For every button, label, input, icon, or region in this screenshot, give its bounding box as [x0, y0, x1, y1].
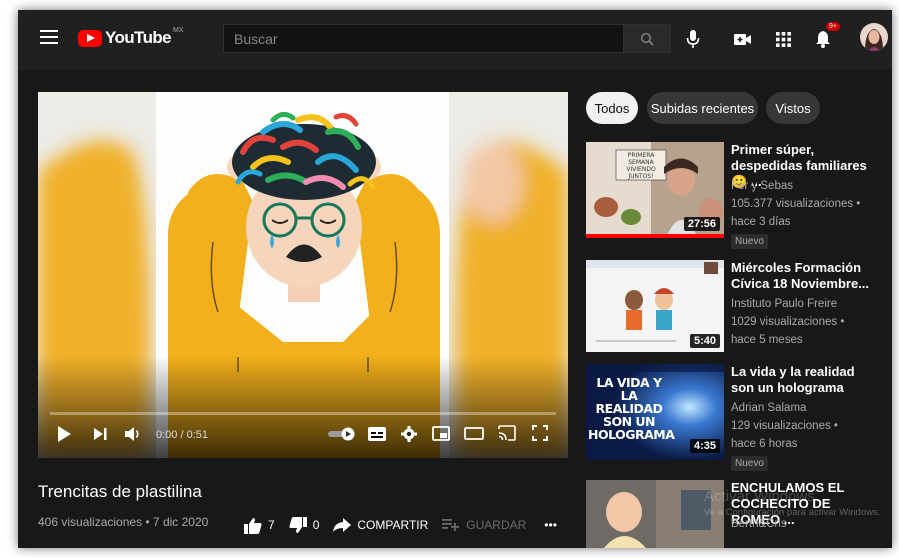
video-meta: 406 visualizaciones • 7 dic 2020 [38, 515, 209, 529]
video-frame [38, 92, 568, 458]
windows-activation-hint: Ve a Configuración para activar Windows. [704, 507, 881, 518]
chip-todos[interactable]: Todos [586, 92, 638, 124]
channel-name: Adrian Salama [731, 402, 807, 414]
new-badge: Nuevo [731, 456, 768, 471]
app-window: YouTube MX Buscar 9+ 0:00 / 0:51 Trencit… [18, 10, 892, 548]
video-duration: 4:35 [689, 439, 720, 453]
avatar-image [860, 23, 888, 51]
search-icon [640, 32, 654, 46]
upload-age: hace 3 días [731, 216, 791, 228]
search-button[interactable] [623, 24, 671, 53]
chip-vistos[interactable]: Vistos [766, 92, 820, 124]
like-count: 7 [268, 518, 275, 532]
create-button[interactable] [730, 26, 756, 52]
thumbs-down-icon [289, 516, 307, 533]
video-thumbnail: LA VIDA Y LA REALIDAD SON UN HOLOGRAMA 4… [586, 364, 724, 460]
recommended-video[interactable]: PRIMERA SEMANA VIVIENDO JUNTOS! 27:56 Pr… [586, 142, 886, 252]
channel-name: Fer y Sebas [731, 180, 793, 192]
autoplay-toggle-icon[interactable] [328, 427, 356, 441]
channel-name: Berth&Cris [731, 518, 787, 530]
fullscreen-icon[interactable] [532, 425, 548, 441]
video-duration: 5:40 [689, 334, 720, 348]
play-icon[interactable] [56, 425, 72, 443]
recommended-title: Miércoles Formación Cívica 18 Noviembre.… [731, 260, 870, 291]
video-player[interactable]: 0:00 / 0:51 [38, 92, 568, 458]
player-controls: 0:00 / 0:51 [38, 415, 568, 458]
thumbs-up-icon [244, 517, 262, 534]
share-button[interactable]: COMPARTIR [333, 518, 428, 532]
add-to-playlist-icon [442, 519, 460, 531]
more-actions-label: ••• [544, 518, 557, 532]
dislike-count: 0 [312, 518, 320, 532]
logo-text: YouTube [105, 28, 172, 47]
video-thumbnail: PRIMERA SEMANA VIVIENDO JUNTOS! 27:56 [586, 142, 724, 238]
video-duration: 27:56 [683, 217, 720, 231]
create-video-icon [734, 33, 751, 45]
recommended-video[interactable]: LA VIDA Y LA REALIDAD SON UN HOLOGRAMA 4… [586, 364, 886, 474]
apps-button[interactable] [770, 26, 796, 52]
cast-icon[interactable] [498, 425, 516, 441]
search-input[interactable]: Buscar [223, 24, 623, 53]
bell-icon [816, 31, 830, 48]
menu-icon[interactable] [40, 30, 58, 44]
chip-subidas-recientes[interactable]: Subidas recientes [647, 92, 758, 124]
youtube-play-icon [78, 29, 102, 47]
avatar[interactable] [860, 23, 888, 51]
subtitles-icon[interactable] [368, 427, 386, 441]
recommended-video[interactable]: 5:40 Miércoles Formación Cívica 18 Novie… [586, 260, 886, 352]
video-actions: 7 0 COMPARTIR GUARDAR ••• [244, 513, 571, 537]
settings-gear-icon[interactable] [401, 426, 417, 442]
save-label: GUARDAR [466, 518, 527, 532]
dislike-button[interactable]: 0 [289, 516, 320, 534]
new-badge: Nuevo [731, 234, 768, 249]
channel-name: Instituto Paulo Freire [731, 298, 838, 310]
more-actions-button[interactable]: ••• [544, 518, 557, 532]
time-display: 0:00 / 0:51 [156, 429, 208, 441]
theater-mode-icon[interactable] [464, 427, 484, 440]
video-title: Trencitas de plastilina [38, 482, 202, 501]
youtube-logo[interactable]: YouTube MX [78, 25, 184, 51]
view-count: 1029 visualizaciones • [731, 316, 845, 328]
miniplayer-icon[interactable] [432, 426, 450, 441]
windows-activation-watermark: Activar Windows [704, 488, 815, 505]
share-label: COMPARTIR [357, 518, 429, 532]
apps-grid-icon [775, 31, 791, 47]
like-button[interactable]: 7 [244, 517, 275, 534]
video-thumbnail: 5:40 [586, 260, 724, 352]
save-button[interactable]: GUARDAR [442, 518, 526, 532]
thumbnail-caption: LA VIDA Y LA REALIDAD SON UN HOLOGRAMA [588, 375, 675, 442]
thumbnail-caption: PRIMERA SEMANA VIVIENDO JUNTOS! [626, 152, 656, 180]
next-icon[interactable] [92, 425, 108, 443]
upload-age: hace 5 meses [731, 334, 803, 346]
notifications-button[interactable]: 9+ [810, 22, 840, 52]
view-count: 129 visualizaciones • [731, 420, 838, 432]
volume-icon[interactable] [124, 425, 142, 443]
recommended-title: La vida y la realidad son un holograma [731, 364, 855, 395]
upload-age: hace 6 horas [731, 438, 798, 450]
view-count: 105.377 visualizaciones • [731, 198, 861, 210]
logo-country: MX [173, 27, 184, 34]
top-bar: YouTube MX Buscar 9+ [18, 10, 892, 70]
share-arrow-icon [333, 518, 352, 532]
notification-count: 9+ [826, 22, 840, 31]
microphone-button[interactable] [680, 26, 706, 52]
microphone-icon [686, 30, 700, 48]
